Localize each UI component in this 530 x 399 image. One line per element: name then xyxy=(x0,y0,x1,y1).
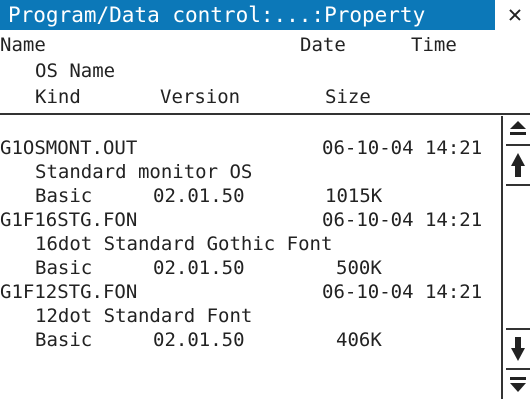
file-list[interactable]: G1OSMONT.OUT 06-10-04 14:21 Standard mon… xyxy=(0,116,495,399)
scroll-down-icon xyxy=(511,337,525,361)
file-os-name: 16dot Standard Gothic Font xyxy=(35,233,333,255)
file-version: 02.01.50 xyxy=(153,185,245,207)
list-item[interactable]: G1F12STG.FON 06-10-04 14:21 12dot Standa… xyxy=(0,280,495,352)
file-datetime: 06-10-04 14:21 xyxy=(322,137,483,159)
scroll-down-button[interactable] xyxy=(507,334,529,364)
file-datetime: 06-10-04 14:21 xyxy=(322,209,483,231)
list-item[interactable]: G1F16STG.FON 06-10-04 14:21 16dot Standa… xyxy=(0,208,495,280)
close-icon: ✕ xyxy=(507,0,523,28)
file-os-name: 12dot Standard Font xyxy=(35,305,253,327)
scroll-to-top-icon xyxy=(510,121,526,135)
file-size: 406K xyxy=(336,329,382,351)
header-date: Date xyxy=(300,34,346,56)
close-button[interactable]: ✕ xyxy=(500,0,530,30)
scroll-up-button[interactable] xyxy=(507,150,529,180)
file-os-name: Standard monitor OS xyxy=(35,161,253,183)
header-time: Time xyxy=(411,34,457,56)
scrollbar-separator xyxy=(506,184,530,186)
header-os-name: OS Name xyxy=(35,60,116,82)
file-kind: Basic xyxy=(35,329,93,351)
file-name: G1OSMONT.OUT xyxy=(0,137,138,159)
header-divider xyxy=(0,113,530,115)
header-size: Size xyxy=(325,86,371,108)
title-bar: Program/Data control:...:Property ✕ xyxy=(0,0,530,30)
scroll-up-icon xyxy=(511,153,525,177)
scrollbar-separator xyxy=(506,328,530,330)
file-kind: Basic xyxy=(35,185,93,207)
file-version: 02.01.50 xyxy=(153,329,245,351)
file-size: 1015K xyxy=(325,185,383,207)
header-version: Version xyxy=(160,86,241,108)
window-title: Program/Data control:...:Property xyxy=(0,0,495,30)
vertical-scrollbar[interactable] xyxy=(501,116,530,399)
file-datetime: 06-10-04 14:21 xyxy=(322,281,483,303)
header-name: Name xyxy=(0,34,46,56)
scrollbar-separator xyxy=(506,368,530,370)
file-size: 500K xyxy=(336,257,382,279)
file-version: 02.01.50 xyxy=(153,257,245,279)
file-name: G1F12STG.FON xyxy=(0,281,138,303)
file-kind: Basic xyxy=(35,257,93,279)
header-kind: Kind xyxy=(35,86,81,108)
property-window: Program/Data control:...:Property ✕ Name… xyxy=(0,0,530,399)
scroll-to-bottom-icon xyxy=(510,377,526,392)
scrollbar-separator xyxy=(506,144,530,146)
scroll-to-bottom-button[interactable] xyxy=(507,373,529,395)
file-name: G1F16STG.FON xyxy=(0,209,138,231)
list-item[interactable]: G1OSMONT.OUT 06-10-04 14:21 Standard mon… xyxy=(0,136,495,208)
column-header: Name Date Time OS Name Kind Version Size xyxy=(0,32,530,110)
scroll-to-top-button[interactable] xyxy=(507,119,529,141)
